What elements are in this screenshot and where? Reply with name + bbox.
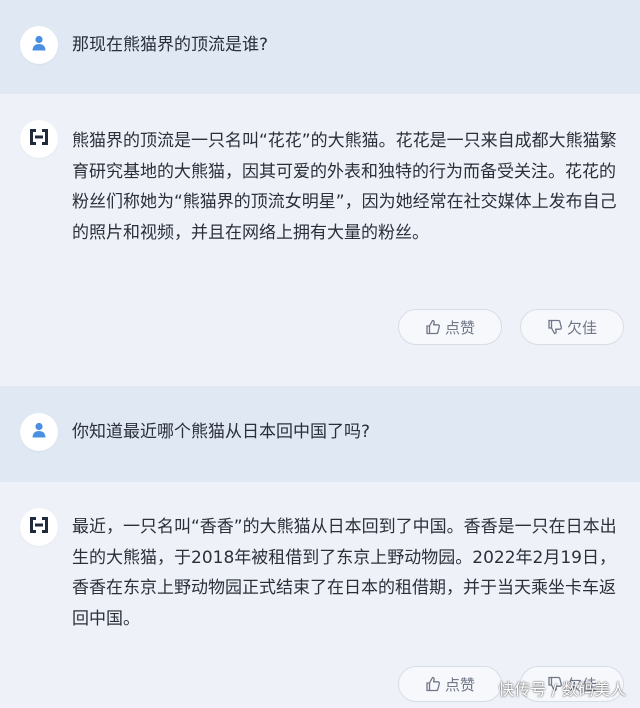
dislike-button[interactable]: 欠佳	[520, 309, 624, 345]
source-watermark: 快传号 / 数码美人	[498, 680, 626, 699]
user-avatar	[20, 26, 58, 64]
like-label: 点赞	[444, 675, 475, 694]
user-message-1: 那现在熊猫界的顶流是谁?	[0, 0, 640, 94]
user-message-text: 你知道最近哪个熊猫从日本回中国了吗?	[72, 422, 371, 442]
user-message-2: 你知道最近哪个熊猫从日本回中国了吗?	[0, 386, 640, 482]
user-icon	[32, 422, 46, 442]
assistant-message-1: 熊猫界的顶流是一只名叫“花花”的大熊猫。花花是一只来自成都大熊猫繁育研究基地的大…	[0, 94, 640, 386]
thumbs-up-icon	[425, 676, 441, 692]
bot-logo-icon	[28, 515, 50, 539]
user-message-text: 那现在熊猫界的顶流是谁?	[72, 35, 269, 55]
bot-avatar	[20, 120, 58, 158]
assistant-message-text: 最近，一只名叫“香香”的大熊猫从日本回到了中国。香香是一只在日本出生的大熊猫，于…	[72, 517, 617, 629]
assistant-message-text: 熊猫界的顶流是一只名叫“花花”的大熊猫。花花是一只来自成都大熊猫繁育研究基地的大…	[72, 131, 617, 243]
assistant-message-2: 最近，一只名叫“香香”的大熊猫从日本回到了中国。香香是一只在日本出生的大熊猫，于…	[0, 482, 640, 708]
thumbs-up-icon	[425, 319, 441, 335]
bot-avatar	[20, 508, 58, 546]
like-label: 点赞	[444, 318, 475, 337]
thumbs-down-icon	[547, 319, 563, 335]
like-button[interactable]: 点赞	[398, 309, 502, 345]
like-button[interactable]: 点赞	[398, 666, 502, 702]
dislike-label: 欠佳	[566, 318, 597, 337]
user-icon	[32, 35, 46, 55]
bot-logo-icon	[28, 127, 50, 151]
user-avatar	[20, 413, 58, 451]
